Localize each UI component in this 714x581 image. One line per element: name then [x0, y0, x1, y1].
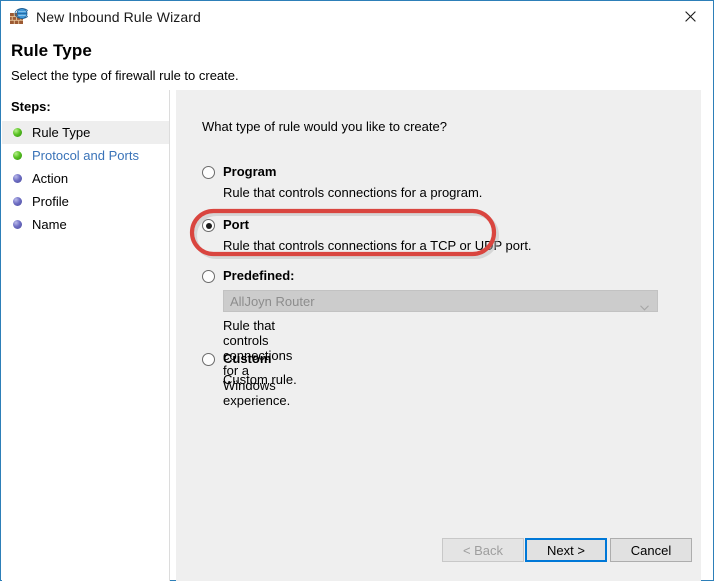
close-icon[interactable]: [667, 1, 713, 31]
radio-custom[interactable]: [202, 353, 215, 366]
chevron-down-icon: [640, 298, 649, 311]
predefined-rule-dropdown[interactable]: AllJoyn Router: [223, 290, 658, 312]
step-bullet-icon: [13, 197, 22, 206]
radio-port[interactable]: [202, 219, 215, 232]
sidebar-item-name[interactable]: Name: [2, 213, 169, 236]
radio-predefined[interactable]: [202, 270, 215, 283]
radio-option-predefined[interactable]: Predefined: AllJoyn Router Rule that con…: [202, 268, 658, 408]
sidebar-item-label: Profile: [32, 194, 69, 209]
steps-sidebar: Steps: Rule Type Protocol and Ports Acti…: [2, 90, 170, 581]
cancel-button[interactable]: Cancel: [610, 538, 692, 562]
wizard-header: Rule Type Select the type of firewall ru…: [2, 32, 713, 90]
back-button[interactable]: < Back: [442, 538, 524, 562]
option-description: Rule that controls connections for a pro…: [223, 185, 483, 200]
sidebar-item-label[interactable]: Protocol and Ports: [32, 148, 139, 163]
step-bullet-icon: [13, 174, 22, 183]
step-bullet-icon: [13, 151, 22, 160]
firewall-globe-icon: [10, 7, 30, 26]
sidebar-item-protocol-and-ports[interactable]: Protocol and Ports: [2, 144, 169, 167]
option-title: Port: [223, 217, 249, 232]
option-description: Custom rule.: [223, 372, 297, 387]
radio-option-port[interactable]: Port Rule that controls connections for …: [202, 217, 532, 254]
back-button-label: < Back: [462, 542, 504, 558]
wizard-window: New Inbound Rule Wizard Rule Type Select…: [0, 0, 714, 581]
step-bullet-icon: [13, 128, 22, 137]
radio-option-custom[interactable]: Custom Custom rule.: [202, 351, 297, 388]
sidebar-item-profile[interactable]: Profile: [2, 190, 169, 213]
steps-heading: Steps:: [11, 99, 51, 114]
sidebar-item-label: Action: [32, 171, 69, 186]
steps-list: Rule Type Protocol and Ports Action Prof…: [2, 121, 169, 236]
page-title: Rule Type: [11, 41, 92, 60]
sidebar-item-label: Name: [32, 217, 67, 232]
question-label: What type of rule would you like to crea…: [202, 119, 447, 134]
option-description: Rule that controls connections for a TCP…: [223, 238, 532, 253]
radio-option-program[interactable]: Program Rule that controls connections f…: [202, 164, 482, 201]
step-bullet-icon: [13, 220, 22, 229]
sidebar-item-label: Rule Type: [32, 125, 91, 140]
sidebar-item-action[interactable]: Action: [2, 167, 169, 190]
option-title: Program: [223, 164, 277, 179]
content-panel: What type of rule would you like to crea…: [176, 90, 701, 581]
radio-program[interactable]: [202, 166, 215, 179]
window-title: New Inbound Rule Wizard: [36, 8, 201, 25]
next-button[interactable]: Next >: [525, 538, 607, 562]
sidebar-item-rule-type[interactable]: Rule Type: [2, 121, 169, 144]
option-title: Predefined:: [223, 268, 295, 283]
page-subtitle: Select the type of firewall rule to crea…: [11, 68, 239, 83]
next-button-label: Next >: [547, 542, 585, 558]
predefined-rule-value: AllJoyn Router: [230, 293, 315, 309]
title-bar: New Inbound Rule Wizard: [1, 1, 713, 32]
cancel-button-label: Cancel: [630, 542, 672, 558]
option-title: Custom: [223, 351, 272, 366]
